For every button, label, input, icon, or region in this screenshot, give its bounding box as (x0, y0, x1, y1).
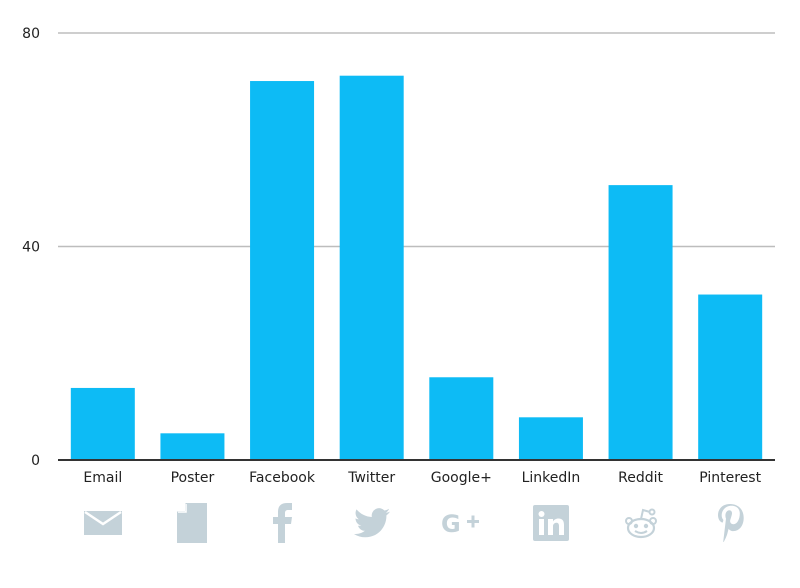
facebook-icon (260, 500, 304, 546)
y-tick-label: 0 (31, 453, 40, 469)
x-tick-label: Email (83, 470, 122, 486)
document-icon (170, 500, 214, 546)
bar-facebook (250, 81, 315, 460)
bar-chart: 0 40 80 Email Poster Facebook Twitter Google+ L… (22, 26, 775, 486)
bar-google (429, 377, 494, 460)
svg-text:G: G (441, 511, 461, 535)
bar-poster (160, 433, 225, 460)
twitter-icon (350, 500, 394, 546)
x-tick-label: LinkedIn (522, 470, 581, 486)
bar-twitter (339, 75, 404, 460)
y-tick-label: 40 (22, 240, 40, 256)
envelope-icon (81, 500, 125, 546)
x-axis-labels: Email Poster Facebook Twitter Google+ LinkedI… (83, 470, 761, 486)
category-icons: G (0, 500, 800, 550)
linkedin-icon (529, 500, 573, 546)
bars (70, 75, 763, 460)
y-tick-label: 80 (22, 26, 40, 42)
bar-linkedin (518, 417, 583, 460)
x-tick-label: Google+ (431, 470, 492, 486)
google-plus-icon: G (439, 500, 483, 546)
pinterest-icon (708, 500, 752, 546)
x-tick-label: Facebook (249, 470, 316, 486)
bar-email (70, 387, 135, 460)
bar-pinterest (698, 294, 763, 460)
reddit-icon (619, 500, 663, 546)
x-tick-label: Pinterest (699, 470, 761, 486)
x-tick-label: Poster (171, 470, 215, 486)
bar-reddit (608, 185, 673, 460)
y-axis-ticks: 0 40 80 (22, 26, 40, 469)
x-tick-label: Twitter (347, 470, 395, 486)
x-tick-label: Reddit (618, 470, 663, 486)
